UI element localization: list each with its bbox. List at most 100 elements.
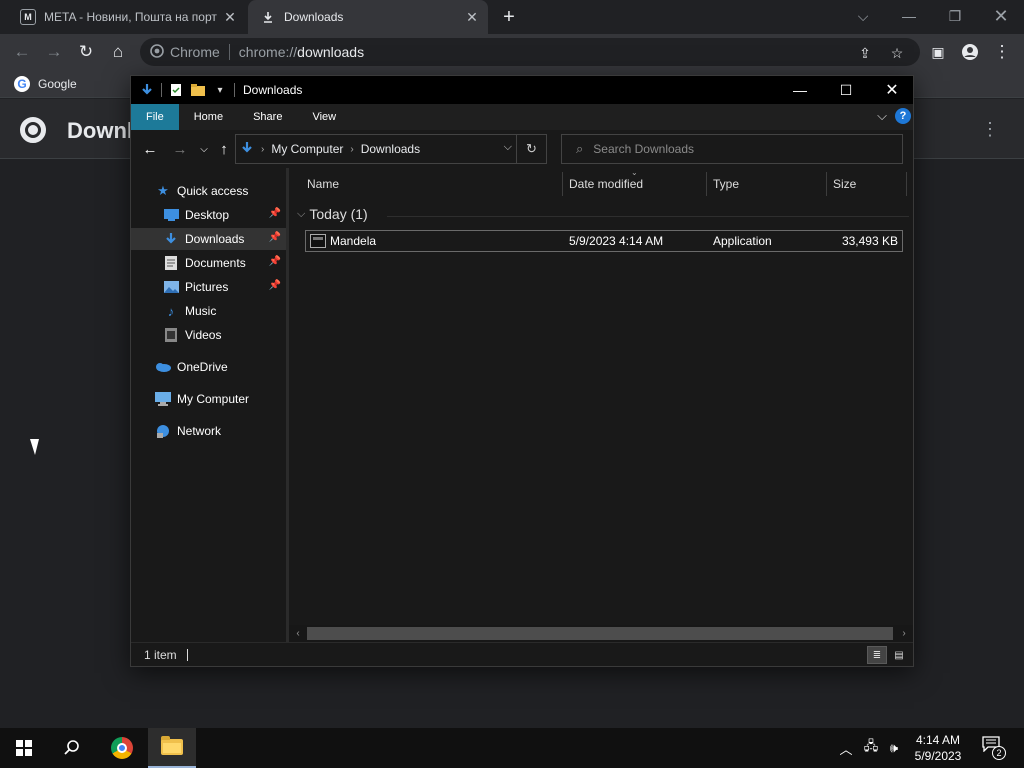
search-placeholder: Search Downloads: [593, 142, 695, 156]
forward-button[interactable]: →: [42, 40, 66, 64]
ribbon-tab-share[interactable]: Share: [238, 104, 297, 130]
videos-icon: [163, 327, 179, 343]
breadcrumb-my-computer[interactable]: My Computer: [271, 142, 343, 156]
tab-search-chevron-icon[interactable]: ⌵: [840, 0, 886, 32]
pin-icon[interactable]: 📌: [269, 256, 281, 267]
home-button[interactable]: ⌂: [106, 40, 130, 64]
taskbar: ︿ 🖧 🕪 4:14 AM 5/9/2023 2: [0, 728, 1024, 768]
group-divider: [387, 216, 909, 217]
refresh-icon[interactable]: ↻: [516, 135, 546, 163]
nav-onedrive[interactable]: OneDrive: [131, 356, 287, 378]
new-folder-icon[interactable]: [190, 82, 206, 98]
pin-icon[interactable]: 📌: [269, 232, 281, 243]
documents-icon: [163, 255, 179, 271]
taskbar-clock[interactable]: 4:14 AM 5/9/2023: [900, 732, 976, 764]
column-header-type[interactable]: Type: [707, 172, 827, 196]
nav-music[interactable]: ♪ Music: [131, 300, 287, 322]
nav-videos[interactable]: Videos: [131, 324, 287, 346]
explorer-forward-button[interactable]: →: [169, 138, 191, 160]
nav-my-computer[interactable]: My Computer: [131, 388, 287, 410]
close-tab-icon[interactable]: ✕: [222, 9, 238, 25]
qa-separator: [161, 83, 162, 97]
address-history-chevron-icon[interactable]: ⌵: [504, 141, 512, 154]
desktop-icon: [163, 207, 179, 223]
file-row[interactable]: Mandela 5/9/2023 4:14 AM Application 33,…: [305, 230, 903, 252]
start-button[interactable]: [0, 728, 48, 768]
group-header-today[interactable]: ⌵ Today (1): [297, 206, 368, 222]
network-tray-icon[interactable]: 🖧: [860, 728, 882, 768]
chrome-menu-icon[interactable]: ⋮: [990, 40, 1014, 64]
tab-meta[interactable]: M META - Новини, Пошта на порт ✕: [8, 0, 246, 34]
recent-locations-chevron-icon[interactable]: ⌵: [193, 138, 215, 160]
new-tab-button[interactable]: +: [498, 5, 520, 29]
scroll-left-arrow-icon[interactable]: ‹: [291, 626, 305, 640]
breadcrumb-separator-icon: ›: [261, 143, 265, 155]
pin-icon[interactable]: 📌: [269, 280, 281, 291]
chrome-taskbar-button[interactable]: [98, 728, 146, 768]
search-taskbar-button[interactable]: [48, 728, 96, 768]
customize-qa-chevron-icon[interactable]: ▾: [212, 82, 228, 98]
scroll-right-arrow-icon[interactable]: ›: [897, 626, 911, 640]
share-icon[interactable]: ⇪: [854, 42, 876, 64]
close-window-button[interactable]: ✕: [978, 0, 1024, 32]
up-one-level-button[interactable]: ↑: [213, 138, 235, 160]
clock-date: 5/9/2023: [914, 749, 962, 763]
nav-label: My Computer: [177, 392, 250, 406]
nav-pictures[interactable]: Pictures 📌: [131, 276, 287, 298]
ribbon-tab-view[interactable]: View: [297, 104, 351, 130]
nav-documents[interactable]: Documents 📌: [131, 252, 287, 274]
details-view-icon[interactable]: ≣: [867, 646, 887, 664]
url-path: downloads: [297, 44, 365, 60]
explorer-title-bar: ▾ Downloads — ☐ ✕: [131, 76, 913, 104]
ribbon-tab-file[interactable]: File: [131, 104, 179, 130]
nav-quick-access[interactable]: ★ Quick access: [131, 180, 287, 202]
back-button[interactable]: ←: [10, 40, 34, 64]
more-options-icon[interactable]: ⋮: [980, 117, 1000, 141]
nav-downloads[interactable]: Downloads 📌: [131, 228, 287, 250]
side-panel-icon[interactable]: ▣: [926, 40, 950, 64]
bookmark-google[interactable]: G Google: [14, 76, 77, 92]
column-header-name[interactable]: Name: [301, 172, 563, 196]
bookmark-star-icon[interactable]: ☆: [886, 42, 908, 64]
explorer-back-button[interactable]: ←: [139, 138, 161, 160]
ribbon-right-controls: ⌵ ?: [877, 108, 911, 124]
show-hidden-icons-chevron-icon[interactable]: ︿: [836, 728, 856, 768]
minimize-button[interactable]: —: [886, 0, 932, 32]
nav-network[interactable]: Network: [131, 420, 287, 442]
explorer-minimize-button[interactable]: —: [777, 76, 823, 104]
large-icons-view-icon[interactable]: ▤: [889, 646, 909, 664]
properties-icon[interactable]: [168, 82, 184, 98]
profile-avatar-icon[interactable]: [958, 40, 982, 64]
explorer-maximize-button[interactable]: ☐: [823, 76, 869, 104]
reload-button[interactable]: ↻: [74, 40, 98, 64]
address-bar[interactable]: Chrome chrome://downloads ⇪ ☆: [140, 38, 920, 66]
ribbon-tab-home[interactable]: Home: [179, 104, 238, 130]
pin-icon[interactable]: 📌: [269, 208, 281, 219]
column-header-size[interactable]: Size: [827, 172, 907, 196]
file-explorer-taskbar-button[interactable]: [148, 728, 196, 768]
network-icon: [155, 423, 171, 439]
close-tab-icon[interactable]: ✕: [464, 9, 480, 25]
nav-label: Quick access: [177, 184, 249, 198]
explorer-address-bar[interactable]: › My Computer › Downloads ⌵ ↻: [235, 134, 547, 164]
quick-access-toolbar: ▾: [139, 82, 241, 98]
download-favicon-icon: [260, 9, 276, 25]
restore-button[interactable]: ❐: [932, 0, 978, 32]
breadcrumb-downloads[interactable]: Downloads: [361, 142, 420, 156]
horizontal-scrollbar[interactable]: ‹ ›: [289, 625, 913, 642]
expand-ribbon-chevron-icon[interactable]: ⌵: [877, 108, 887, 124]
nav-desktop[interactable]: Desktop 📌: [131, 204, 287, 226]
omnibox-divider: [228, 44, 230, 60]
help-icon[interactable]: ?: [895, 108, 911, 124]
file-explorer-window: ▾ Downloads — ☐ ✕ File Home Share View ⌵…: [130, 75, 914, 667]
search-input[interactable]: ⌕ Search Downloads: [561, 134, 903, 164]
scrollbar-thumb[interactable]: [307, 627, 893, 640]
collapse-group-chevron-icon[interactable]: ⌵: [297, 208, 305, 221]
explorer-close-button[interactable]: ✕: [869, 76, 915, 104]
breadcrumb-separator-icon: ›: [350, 143, 354, 155]
action-center-button[interactable]: 2: [982, 736, 1006, 760]
search-icon: ⌕: [576, 141, 584, 156]
file-list-pane: Name Date modified ⌄ Type Size ⌵ Today (…: [289, 168, 913, 642]
tab-downloads[interactable]: Downloads ✕: [248, 0, 488, 34]
navigation-pane: ★ Quick access Desktop 📌 Downloads 📌 Doc…: [131, 168, 287, 642]
